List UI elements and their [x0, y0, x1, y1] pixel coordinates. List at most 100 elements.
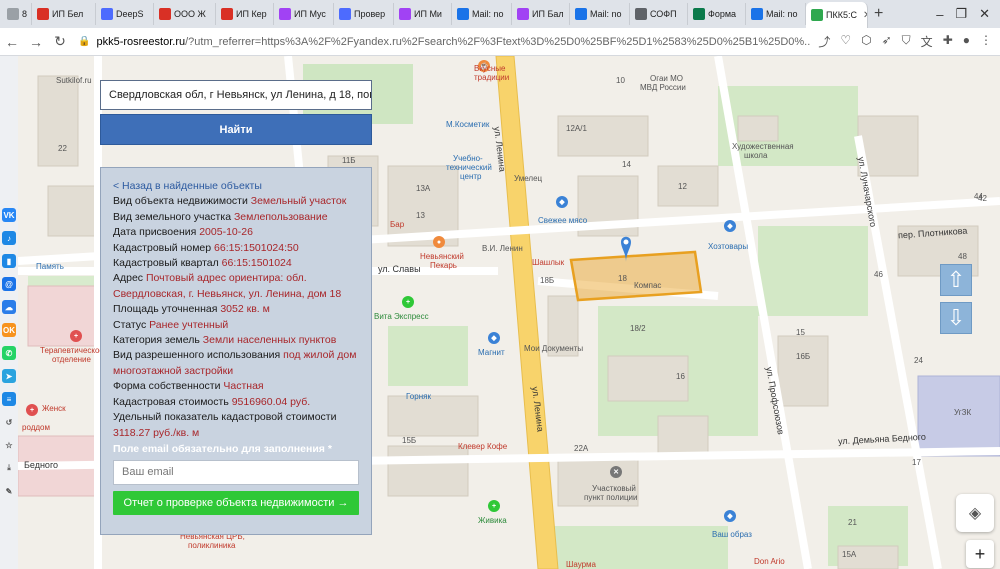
profile-icon[interactable]: ●	[963, 33, 970, 50]
stats-icon[interactable]: ▮	[2, 254, 16, 268]
info-value: 3052 кв. м	[220, 303, 270, 316]
music-icon[interactable]: ♪	[2, 231, 16, 245]
bakery-icon: ●	[433, 236, 445, 248]
url-field[interactable]: 🔒 pkk5-rosreestor.ru/?utm_referrer=https…	[78, 36, 810, 48]
browser-tab[interactable]: Mail: no	[570, 3, 630, 25]
ok-icon[interactable]: OK	[2, 323, 16, 337]
info-label: Кадастровый квартал	[113, 257, 222, 270]
reload-icon[interactable]: ↻	[48, 33, 72, 50]
poi-label: пункт полиции	[584, 493, 638, 502]
info-value: 9516960.04 руб.	[231, 395, 311, 408]
browser-tab[interactable]: DeepS	[96, 3, 154, 25]
building	[777, 335, 829, 407]
zoom-in-button[interactable]: +	[966, 540, 994, 568]
shield-icon[interactable]: ⛉	[902, 33, 911, 50]
poi-label: Шаурма	[566, 560, 596, 569]
info-row: Кадастровый номер 66:15:1501024:50	[113, 241, 359, 256]
poi-label: Пекарь	[430, 261, 457, 270]
poi-label: Женск	[42, 404, 66, 413]
podcast-icon	[399, 8, 411, 20]
house-number: 12	[678, 182, 687, 191]
tab-label: СОФП	[650, 9, 677, 19]
back-to-results-link[interactable]: < Назад в найденные объекты	[113, 179, 359, 194]
browser-tab[interactable]: Провер	[334, 3, 394, 25]
poi-label: Живика	[478, 516, 507, 525]
house-number: 46	[874, 270, 883, 279]
restore-icon[interactable]: ❐	[955, 6, 967, 22]
whatsapp-icon[interactable]: ✆	[2, 346, 16, 360]
info-label: Площадь уточненная	[113, 303, 221, 316]
tab-label: ИП Бал	[532, 9, 564, 19]
browser-tab[interactable]: ИП Бал	[512, 3, 570, 25]
tab-label: Провер	[354, 9, 386, 19]
poi-label: Don Ario	[754, 557, 785, 566]
vk-icon[interactable]: VK	[2, 208, 16, 222]
browser-tab[interactable]: 8	[2, 3, 32, 25]
house-number: 21	[848, 518, 857, 527]
browser-tab[interactable]: ИП Ми	[394, 3, 452, 25]
info-label: Вид разрешенного использования	[113, 349, 284, 362]
scroll-up-button[interactable]: ⇧	[940, 264, 972, 296]
info-row: Дата присвоения 2005-10-26	[113, 225, 359, 240]
poi-label: Невьянский	[420, 252, 464, 261]
house-number: 44	[974, 192, 983, 201]
info-label: Категория земель	[113, 334, 203, 347]
mail-icon[interactable]: @	[2, 277, 16, 291]
address-search-input[interactable]: Свердловская обл, г Невьянск, ул Ленина,…	[100, 80, 372, 110]
house-number: 24	[914, 356, 923, 365]
minimize-icon[interactable]: –	[936, 7, 943, 22]
browser-tab[interactable]: ИП Кер	[216, 3, 274, 25]
close-window-icon[interactable]: ✕	[979, 6, 990, 22]
puzzle-icon[interactable]: ✚	[943, 33, 953, 50]
house-number: 15А	[842, 550, 857, 559]
layers-button[interactable]: ◈	[956, 494, 994, 532]
shop-icon: ◆	[556, 196, 568, 208]
parcel-outline[interactable]	[569, 250, 703, 302]
scroll-down-button[interactable]: ⇩	[940, 302, 972, 334]
browser-tab[interactable]: ИП Мус	[274, 3, 334, 25]
rocket-icon[interactable]: ➶	[882, 33, 892, 50]
menu-icon[interactable]: ⋮	[980, 33, 992, 50]
download-icon[interactable]: ⤓	[2, 461, 16, 475]
history-icon[interactable]: ↺	[2, 415, 16, 429]
poi-label: Терапевтическое	[40, 346, 104, 355]
extension-icon[interactable]: ⬡	[861, 33, 871, 50]
find-button[interactable]: Найти	[100, 114, 372, 145]
info-label: Статус	[113, 318, 150, 331]
browser-tab[interactable]: ИП Бел	[32, 3, 96, 25]
info-label: Кадастровая стоимость	[113, 395, 232, 408]
browser-tab[interactable]: ПКК5:С ✕	[806, 2, 868, 28]
building	[657, 165, 719, 207]
close-tab-icon[interactable]: ✕	[863, 10, 867, 21]
browser-tab[interactable]: Mail: no	[452, 3, 512, 25]
report-button[interactable]: Отчет о проверке объекта недвижимости →	[113, 491, 359, 516]
list-icon[interactable]: ≡	[2, 392, 16, 406]
forward-icon[interactable]: →	[24, 34, 48, 50]
doc-icon	[635, 8, 647, 20]
browser-tab[interactable]: СОФП	[630, 3, 688, 25]
info-row: Адрес Почтовый адрес ориентира: обл. Све…	[113, 271, 359, 302]
poi-label: Свежее мясо	[538, 216, 588, 225]
email-field[interactable]: Ваш email	[113, 460, 359, 486]
back-icon[interactable]: ←	[0, 34, 24, 50]
building	[387, 395, 479, 437]
browser-tab[interactable]: Форма	[688, 3, 746, 25]
translate-icon[interactable]: 文	[921, 33, 933, 50]
new-tab-button[interactable]: +	[874, 5, 883, 23]
share-icon[interactable]: ⤴	[818, 33, 830, 50]
poi-label: Хозтовары	[708, 242, 749, 251]
info-label: Кадастровый номер	[113, 241, 215, 254]
bookmark-icon[interactable]: ♡	[840, 33, 851, 50]
browser-tab[interactable]: ООО Ж	[154, 3, 216, 25]
building	[557, 115, 649, 157]
hospital-icon: +	[70, 330, 82, 342]
za-icon	[37, 8, 49, 20]
url-host: pkk5-rosreestor.ru	[96, 35, 186, 48]
pen-icon[interactable]: ✎	[2, 484, 16, 498]
telegram-icon[interactable]: ➤	[2, 369, 16, 383]
poi-label: Вита Экспресс	[374, 312, 429, 321]
house-number: 11Б	[342, 156, 356, 165]
star-icon[interactable]: ☆	[2, 438, 16, 452]
cloud-icon[interactable]: ☁	[2, 300, 16, 314]
browser-tab[interactable]: Mail: no	[746, 3, 806, 25]
